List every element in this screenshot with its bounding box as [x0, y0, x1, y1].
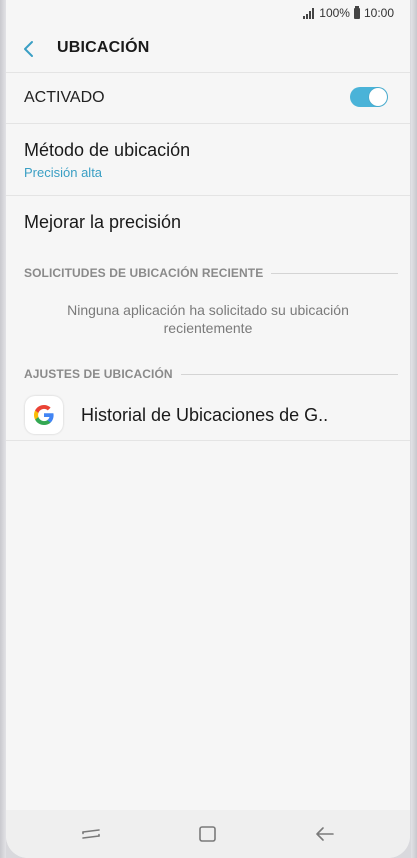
clock: 10:00 [363, 6, 394, 20]
location-toggle-row[interactable]: ACTIVADO [6, 73, 410, 124]
home-icon[interactable] [196, 824, 220, 844]
google-icon [25, 396, 63, 434]
page-title: UBICACIÓN [57, 39, 150, 56]
screen: 100% 10:00 UBICACIÓN ACTIVADO Método de … [6, 0, 410, 858]
battery-icon [353, 5, 360, 19]
location-method-item[interactable]: Método de ubicación Precisión alta [6, 124, 410, 196]
section-divider [271, 272, 398, 274]
app-header: UBICACIÓN [6, 26, 410, 73]
google-location-history-item[interactable]: Historial de Ubicaciones de G.. [6, 392, 410, 441]
back-arrow-icon[interactable] [20, 40, 38, 58]
recent-requests-header: SOLICITUDES DE UBICACIÓN RECIENTE [24, 265, 398, 281]
location-method-value: Precisión alta [24, 165, 103, 180]
location-settings-header: AJUSTES DE UBICACIÓN [24, 366, 398, 382]
improve-accuracy-title: Mejorar la precisión [24, 212, 182, 232]
recent-requests-empty-message: Ninguna aplicación ha solicitado su ubic… [67, 302, 349, 336]
google-location-history-label: Historial de Ubicaciones de G.. [81, 405, 329, 425]
location-method-title: Método de ubicación [24, 140, 191, 160]
recent-requests-header-label: SOLICITUDES DE UBICACIÓN RECIENTE [24, 266, 264, 280]
improve-accuracy-item[interactable]: Mejorar la precisión [6, 196, 410, 250]
status-indicators: 100% 10:00 [303, 5, 394, 20]
location-toggle-switch[interactable] [350, 87, 388, 107]
battery-percent: 100% [319, 6, 350, 20]
navigation-bar [6, 810, 410, 858]
recent-apps-icon[interactable] [79, 824, 103, 844]
section-divider [180, 373, 398, 375]
status-bar: 100% 10:00 [6, 0, 410, 26]
location-settings-header-label: AJUSTES DE UBICACIÓN [24, 367, 173, 381]
signal-icon [303, 7, 315, 19]
device-edge-right [411, 0, 417, 858]
location-toggle-label: ACTIVADO [24, 89, 105, 106]
back-icon[interactable] [313, 824, 337, 844]
toggle-knob [369, 88, 387, 106]
